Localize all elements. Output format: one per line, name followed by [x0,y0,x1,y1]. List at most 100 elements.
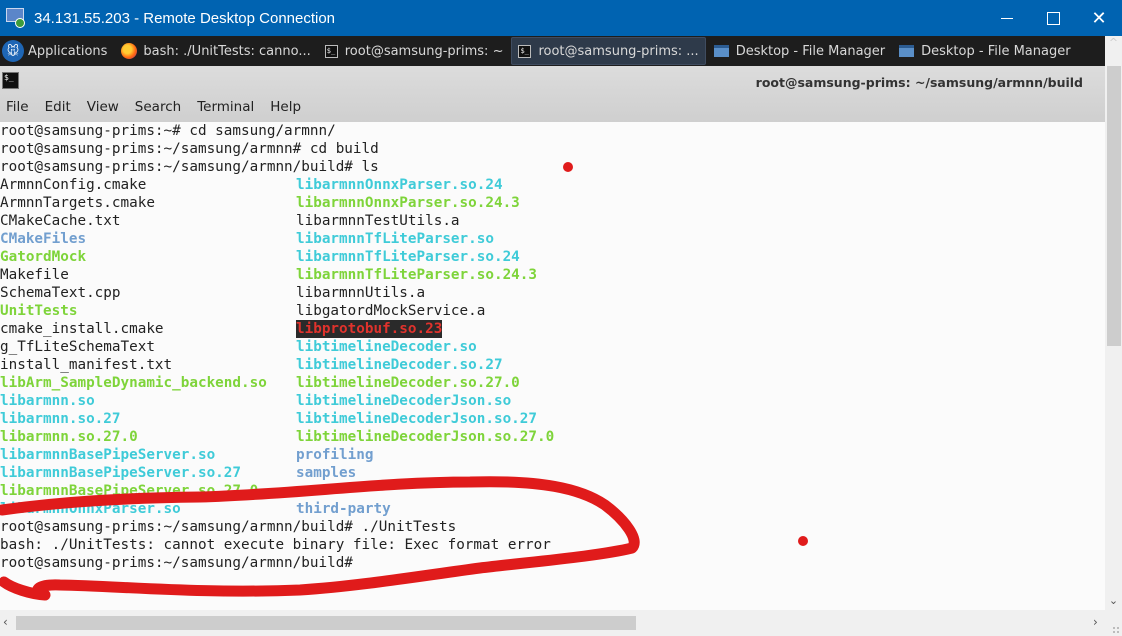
ls-entry: libtimelineDecoderJson.so [296,393,512,409]
resize-grip-icon[interactable] [1112,626,1120,634]
ls-entry: ArmnnConfig.cmake [0,177,147,193]
vertical-scroll-thumb[interactable] [1107,66,1121,346]
xfce-taskbar: 🐭 Applications bash: ./UnitTests: canno.… [0,36,1105,66]
ls-entry: SchemaText.cpp [0,285,121,301]
terminal-window-title: root@samsung-prims: ~/samsung/armnn/buil… [755,75,1083,90]
ls-entry: libtimelineDecoder.so.27 [296,357,503,373]
file-manager-icon [713,45,729,57]
ls-entry: libtimelineDecoderJson.so.27 [296,411,538,427]
scroll-right-arrow-icon[interactable]: › [1093,615,1098,629]
task-label: bash: ./UnitTests: canno... [143,43,311,59]
ls-row: CMakeCache.txt libarmnnTestUtils.a [0,212,1105,230]
ls-row: CMakeFiles libarmnnTfLiteParser.so [0,230,1105,248]
ls-entry: GatordMock [0,249,87,265]
ls-entry: libArm_SampleDynamic_backend.so [0,375,267,391]
error-line: bash: ./UnitTests: cannot execute binary… [0,537,551,553]
applications-label: Applications [28,43,108,59]
ls-entry: profiling [296,447,374,463]
ls-row: libarmnnBasePipeServer.so.27 samples [0,464,1105,482]
ls-entry: ArmnnTargets.cmake [0,195,155,211]
ls-row: SchemaText.cpp libarmnnUtils.a [0,284,1105,302]
menu-help[interactable]: Help [264,99,307,115]
scroll-down-arrow-icon[interactable]: ⌄ [1105,594,1122,610]
task-label: Desktop - File Manager [921,43,1071,59]
ls-entry: libarmnnOnnxParser.so.24.3 [296,195,520,211]
terminal-icon: $_ [324,44,338,58]
ls-entry: libarmnn.so.27.0 [0,429,138,445]
ls-row: g_TfLiteSchemaText libtimelineDecoder.so [0,338,1105,356]
ls-entry: install_manifest.txt [0,357,173,373]
task-label: root@samsung-prims: ~ [344,43,504,59]
ls-entry: libtimelineDecoder.so [296,339,477,355]
ls-row: UnitTests libgatordMockService.a [0,302,1105,320]
remote-desktop-icon [6,8,28,28]
task-terminal-home[interactable]: $_ root@samsung-prims: ~ [319,37,510,65]
ls-row: install_manifest.txt libtimelineDecoder.s… [0,356,1105,374]
ls-entry: libarmnn.so.27 [0,411,121,427]
ls-row: libarmnn.so libtimelineDecoderJson.so [0,392,1105,410]
terminal-app-icon: $_ [2,72,19,89]
scroll-up-arrow-icon[interactable]: ^ [1105,36,1122,66]
ls-entry: libarmnnTfLiteParser.so.24.3 [296,267,538,283]
horizontal-scrollbar[interactable]: ‹ › [0,610,1122,636]
command-line: root@samsung-prims:~/samsung/armnn/build… [0,159,379,175]
terminal-output[interactable]: root@samsung-prims:~# cd samsung/armnn/r… [0,122,1105,610]
ls-entry: libtimelineDecoder.so.27.0 [296,375,520,391]
ls-row: Makefile libarmnnTfLiteParser.so.24.3 [0,266,1105,284]
ls-entry: samples [296,465,357,481]
ls-entry: libarmnnUtils.a [296,285,426,301]
task-file-manager-2[interactable]: Desktop - File Manager [893,37,1076,65]
ls-row: ArmnnConfig.cmake libarmnnOnnxParser.so.2… [0,176,1105,194]
close-button[interactable]: ✕ [1076,0,1122,36]
menu-terminal[interactable]: Terminal [191,99,260,115]
horizontal-scroll-thumb[interactable] [16,616,636,630]
firefox-icon [121,43,138,59]
ls-entry: libarmnnBasePipeServer.so.27 [0,465,242,481]
ls-row: libarmnnBasePipeServer.so.27.0 [0,482,1105,500]
ls-entry: libgatordMockService.a [296,303,486,319]
command-line: root@samsung-prims:~# cd samsung/armnn/ [0,123,336,139]
command-line: root@samsung-prims:~/samsung/armnn/build… [0,555,353,571]
ls-row: libArm_SampleDynamic_backend.so libtimeli… [0,374,1105,392]
ls-entry: libarmnnTestUtils.a [296,213,460,229]
maximize-button[interactable] [1030,0,1076,36]
menu-view[interactable]: View [81,99,125,115]
task-firefox[interactable]: bash: ./UnitTests: canno... [115,37,316,65]
command-line: root@samsung-prims:~/samsung/armnn# cd b… [0,141,379,157]
command-line: root@samsung-prims:~/samsung/armnn/build… [0,519,457,535]
ls-entry: CMakeFiles [0,231,87,247]
file-manager-icon [899,45,915,57]
ls-row: libarmnn.so.27.0 libtimelineDecoderJson.s… [0,428,1105,446]
applications-menu[interactable]: 🐭 Applications [0,36,115,66]
ls-entry: libprotobuf.so.23 [296,320,443,338]
ls-entry: libarmnnTfLiteParser.so.24 [296,249,520,265]
menu-bar: File Edit View Search Terminal Help [0,99,311,115]
window-title: 34.131.55.203 - Remote Desktop Connectio… [34,9,336,27]
ls-row: libarmnn.so.27 libtimelineDecoderJson.so.… [0,410,1105,428]
task-terminal-build[interactable]: $_ root@samsung-prims: ... [511,37,706,65]
ls-entry: Makefile [0,267,69,283]
ls-entry: cmake_install.cmake [0,321,164,337]
menu-search[interactable]: Search [129,99,187,115]
task-file-manager-1[interactable]: Desktop - File Manager [708,37,891,65]
xfce-logo-icon: 🐭 [2,40,24,62]
ls-entry: g_TfLiteSchemaText [0,339,155,355]
menu-edit[interactable]: Edit [39,99,77,115]
scroll-left-arrow-icon[interactable]: ‹ [3,615,8,629]
minimize-button[interactable] [984,0,1030,36]
ls-row: libarmnnBasePipeServer.so profiling [0,446,1105,464]
ls-entry: UnitTests [0,303,78,319]
rdp-titlebar: 34.131.55.203 - Remote Desktop Connectio… [0,0,1122,36]
terminal-header: $_ root@samsung-prims: ~/samsung/armnn/b… [0,66,1105,122]
terminal-icon: $_ [518,44,532,58]
ls-row: GatordMock libarmnnTfLiteParser.so.24 [0,248,1105,266]
vertical-scrollbar[interactable]: ⌄ [1105,66,1122,610]
task-label: Desktop - File Manager [735,43,886,59]
ls-entry: libtimelineDecoderJson.so.27.0 [296,429,555,445]
ls-row: ArmnnTargets.cmake libarmnnOnnxParser.so.… [0,194,1105,212]
ls-entry: third-party [296,501,391,517]
ls-entry: libarmnn.so [0,393,95,409]
task-label: root@samsung-prims: ... [538,43,699,59]
ls-entry: libarmnnOnnxParser.so.24 [296,177,503,193]
menu-file[interactable]: File [0,99,35,115]
